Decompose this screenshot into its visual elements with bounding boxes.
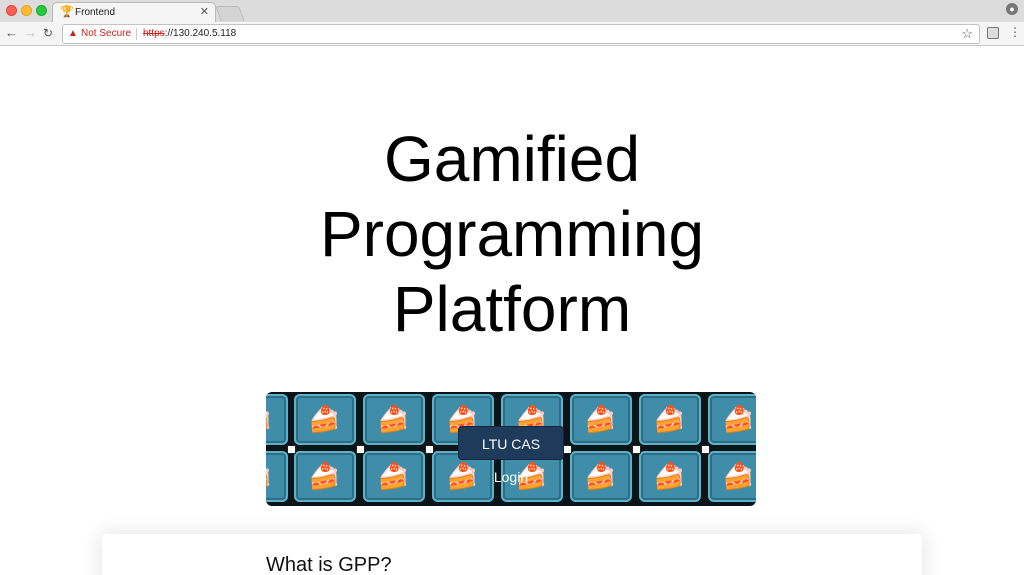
trophy-icon: 🏆 — [60, 6, 74, 18]
banner-tile: 🍰 — [294, 394, 356, 445]
banner-tile: 🍰 — [639, 394, 701, 445]
banner-tile: 🍰 — [570, 451, 632, 502]
grid-node — [632, 445, 641, 454]
cake-slice-icon: 🍰 — [446, 461, 479, 491]
cake-slice-icon: 🍰 — [308, 461, 341, 491]
banner-tile: 🍰 — [708, 394, 756, 445]
close-tab-icon[interactable]: ✕ — [200, 6, 209, 19]
banner-tile: 🍰 — [708, 451, 756, 502]
address-divider — [136, 28, 137, 40]
cake-slice-icon: 🍰 — [653, 461, 686, 491]
url-host: ://130.240.5.118 — [164, 28, 237, 39]
cake-slice-icon: 🍰 — [653, 404, 686, 434]
cake-slice-icon: 🍰 — [584, 404, 617, 434]
window-zoom-button[interactable] — [36, 5, 47, 16]
banner-tile: 🍰 — [639, 451, 701, 502]
cake-slice-icon: 🍰 — [722, 404, 755, 434]
grid-node — [701, 445, 710, 454]
ltu-cas-login-button[interactable]: LTU CAS Login — [458, 426, 564, 485]
grid-node — [287, 445, 296, 454]
url-text[interactable]: https://130.240.5.118 — [143, 28, 236, 39]
url-scheme: https — [143, 28, 165, 39]
security-indicator[interactable]: Not Secure — [81, 28, 131, 39]
banner-tile: 🍰 — [363, 394, 425, 445]
grid-node — [425, 445, 434, 454]
cake-slice-icon: 🍰 — [266, 405, 272, 433]
banner-tile: 🍰 — [570, 394, 632, 445]
cake-slice-icon: 🍰 — [584, 461, 617, 491]
back-arrow-icon[interactable]: ← — [5, 26, 18, 40]
tab-bar: 🏆 Frontend ✕ ● — [0, 0, 1024, 23]
profile-icon[interactable]: ● — [1006, 3, 1018, 15]
cake-slice-icon: 🍰 — [308, 404, 341, 434]
section-heading: What is GPP? — [266, 554, 392, 575]
page-content: Gamified Programming Platform 🍰 🍰 🍰 🍰 🍰 🍰 🍰 🍰 🍰 🍰… — [0, 46, 1024, 575]
browser-tab[interactable]: 🏆 Frontend ✕ — [52, 2, 216, 23]
reload-icon[interactable]: ↻ — [43, 26, 53, 40]
cake-slice-icon: 🍰 — [377, 461, 410, 491]
cake-slice-icon: 🍰 — [722, 461, 755, 491]
extension-icon[interactable] — [987, 27, 999, 39]
page-title: Gamified Programming Platform — [319, 123, 705, 345]
banner-tile: 🍰 — [266, 394, 288, 445]
grid-node — [356, 445, 365, 454]
cake-slice-icon: 🍰 — [377, 404, 410, 434]
banner-tile: 🍰 — [363, 451, 425, 502]
address-bar[interactable]: ▲ Not Secure https://130.240.5.118 ☆ — [62, 24, 980, 44]
forward-arrow-icon[interactable]: → — [24, 26, 37, 40]
banner-tile: 🍰 — [266, 451, 288, 502]
new-tab-button[interactable] — [215, 6, 245, 21]
grid-node — [563, 445, 572, 454]
banner-tile: 🍰 — [294, 451, 356, 502]
tab-title: Frontend — [75, 7, 116, 18]
window-close-button[interactable] — [6, 5, 17, 16]
cake-slice-icon: 🍰 — [266, 462, 272, 490]
warning-icon: ▲ — [68, 28, 78, 39]
kebab-menu-icon[interactable]: ⋮ — [1009, 25, 1021, 39]
browser-toolbar: ← → ↻ ▲ Not Secure https://130.240.5.118… — [0, 22, 1024, 46]
bookmark-star-icon[interactable]: ☆ — [961, 26, 973, 41]
about-section-card — [102, 534, 922, 575]
window-minimize-button[interactable] — [21, 5, 32, 16]
